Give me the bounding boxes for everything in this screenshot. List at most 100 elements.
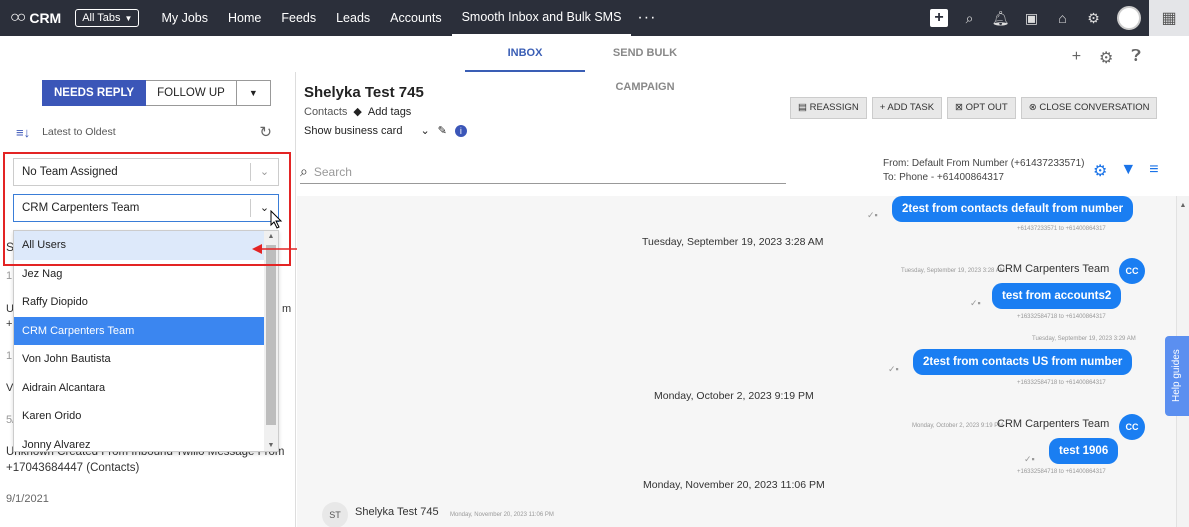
tab-inbox[interactable]: INBOX [465, 36, 585, 72]
show-business-card-toggle[interactable]: Show business card [304, 125, 402, 137]
message-search-input[interactable]: ⌕ Search [300, 160, 786, 184]
caret-down-icon: ▼ [248, 88, 258, 98]
nav-my-jobs[interactable]: My Jobs [151, 0, 218, 36]
from-number: From: Default From Number (+61437233571) [883, 158, 1085, 169]
message-bubble: test from accounts2 [992, 283, 1122, 309]
message-meta: +16332584718 to +61400864317 [1017, 380, 1106, 386]
from-to-info: From: Default From Number (+61437233571)… [883, 157, 1084, 185]
close-conversation-label: CLOSE CONVERSATION [1039, 102, 1150, 113]
list-item-date: 9/1/2021 [6, 493, 49, 505]
tag-icon: ◆ [353, 106, 362, 118]
filter-icon[interactable]: ▼ [1120, 161, 1136, 181]
contact-avatar: ST [322, 502, 348, 527]
add-tags-link[interactable]: Add tags [368, 106, 411, 118]
annotation-highlight-box [3, 152, 291, 266]
all-tabs-dropdown[interactable]: All Tabs ▼ [75, 9, 140, 27]
dropdown-option[interactable]: Karen Orido [14, 402, 264, 431]
business-card-row: Show business card ⌄ ✎ i [304, 124, 467, 137]
nav-smooth-inbox[interactable]: Smooth Inbox and Bulk SMS [451, 0, 632, 36]
message-sender: CRM Carpenters Team [997, 263, 1110, 275]
calendar-icon[interactable]: ▣ [1016, 10, 1047, 27]
nav-feeds[interactable]: Feeds [271, 0, 326, 36]
list-item-partial: 1 [6, 350, 13, 362]
dropdown-option[interactable]: Raffy Diopido [14, 288, 264, 317]
message-time: Tuesday, September 19, 2023 3:29 AM [1032, 336, 1136, 342]
app-name: CRM [29, 10, 62, 26]
search-icon[interactable]: ⌕ [954, 10, 985, 27]
nav-home[interactable]: Home [218, 0, 271, 36]
gear-icon[interactable]: ⚙ [1078, 10, 1109, 27]
grid-icon[interactable]: ▦ [1149, 0, 1189, 36]
opt-out-label: OPT OUT [965, 102, 1008, 113]
message-bubble: 2test from contacts US from number [913, 349, 1133, 375]
info-icon[interactable]: i [454, 124, 467, 137]
plus-icon[interactable]: + [930, 9, 948, 27]
follow-up-button[interactable]: FOLLOW UP [146, 80, 237, 106]
all-tabs-label: All Tabs [82, 12, 121, 24]
question-icon[interactable]: ❓︎ [1131, 48, 1141, 68]
read-status-icon: ✓▪ [1024, 454, 1035, 464]
message-time: Tuesday, September 19, 2023 3:28 AM [901, 268, 1005, 274]
sender-avatar: CC [1119, 258, 1145, 284]
dropdown-option[interactable]: Aidrain Alcantara [14, 374, 264, 403]
refresh-icon[interactable]: ↻ [259, 123, 272, 141]
sort-row: ≡↓ Latest to Oldest ↻ [16, 123, 272, 141]
tab-send-bulk-campaign[interactable]: SEND BULK CAMPAIGN [585, 36, 705, 93]
plus-icon[interactable]: + [1072, 48, 1081, 68]
message-meta: +16332584718 to +61400864317 [1017, 314, 1106, 320]
message-time: Monday, November 20, 2023 11:06 PM [450, 512, 554, 518]
list-item-partial: + [6, 318, 13, 330]
contact-name: Shelyka Test 745 [304, 84, 424, 101]
inbox-tabs: INBOX SEND BULK CAMPAIGN [465, 36, 705, 93]
user-avatar[interactable] [1117, 6, 1141, 30]
scrollbar-thumb[interactable] [266, 245, 276, 425]
pencil-icon[interactable]: ✎ [438, 124, 447, 137]
top-nav-bar: ○○ CRM All Tabs ▼ My Jobs Home Feeds Lea… [0, 0, 1189, 36]
dropdown-option[interactable]: Jonny Alvarez [14, 431, 264, 452]
help-guides-tab[interactable]: Help guides [1165, 336, 1189, 416]
to-number: To: Phone - +61400864317 [883, 172, 1004, 183]
sort-icon[interactable]: ≡↓ [16, 125, 30, 140]
clipboard-icon: ▤ [798, 102, 810, 113]
reply-filter-segment: NEEDS REPLY FOLLOW UP ▼ [42, 80, 271, 106]
day-separator: Tuesday, September 19, 2023 3:28 AM [642, 236, 824, 248]
opt-out-icon: ⊠ [955, 102, 966, 113]
top-right-icons: + ⌕ 🔔︎ ▣ ⌂ ⚙ ▦ [924, 0, 1189, 36]
contact-meta-row: Contacts ◆ Add tags [304, 105, 411, 119]
store-icon[interactable]: ⌂ [1047, 10, 1078, 26]
scroll-up-icon[interactable]: ▲ [1177, 202, 1189, 209]
gear-icon[interactable]: ⚙ [1093, 161, 1107, 181]
add-task-button[interactable]: + ADD TASK [871, 97, 943, 119]
message-sender: CRM Carpenters Team [997, 418, 1110, 430]
nav-leads[interactable]: Leads [326, 0, 380, 36]
contacts-link[interactable]: Contacts [304, 106, 347, 118]
gear-icon[interactable]: ⚙ [1099, 48, 1113, 68]
main-nav: My Jobs Home Feeds Leads Accounts Smooth… [151, 0, 632, 36]
filter-more-button[interactable]: ▼ [236, 80, 271, 106]
crm-logo[interactable]: ○○ CRM [10, 9, 61, 27]
search-placeholder: Search [313, 164, 352, 179]
reassign-button[interactable]: ▤ REASSIGN [790, 97, 867, 119]
dropdown-option-selected[interactable]: CRM Carpenters Team [14, 316, 264, 345]
close-conversation-button[interactable]: ⊗ CLOSE CONVERSATION [1020, 97, 1158, 119]
reassign-label: REASSIGN [809, 102, 859, 113]
read-status-icon: ✓▪ [888, 364, 899, 374]
message-sender: Shelyka Test 745 [355, 506, 439, 518]
crm-logo-icon: ○○ [10, 9, 26, 26]
mouse-cursor-icon [270, 210, 283, 229]
bell-icon[interactable]: 🔔︎ [985, 10, 1016, 27]
sort-label[interactable]: Latest to Oldest [42, 126, 116, 138]
needs-reply-button[interactable]: NEEDS REPLY [42, 80, 147, 106]
opt-out-button[interactable]: ⊠ OPT OUT [947, 97, 1016, 119]
list-item-subtitle: +17043684447 (Contacts) [6, 462, 140, 474]
menu-icon[interactable]: ≡ [1149, 161, 1158, 181]
scroll-down-icon[interactable]: ▼ [264, 442, 278, 449]
nav-accounts[interactable]: Accounts [380, 0, 451, 36]
chevron-down-icon[interactable]: ⌄ [420, 124, 429, 137]
message-time: Monday, October 2, 2023 9:19 PM [912, 423, 1004, 429]
message-bubble: test 1906 [1049, 438, 1119, 464]
more-tabs-icon[interactable]: ··· [637, 9, 656, 27]
dropdown-option[interactable]: Von John Bautista [14, 345, 264, 374]
message-bubble: 2test from contacts default from number [892, 196, 1134, 222]
search-icon: ⌕ [300, 163, 308, 179]
